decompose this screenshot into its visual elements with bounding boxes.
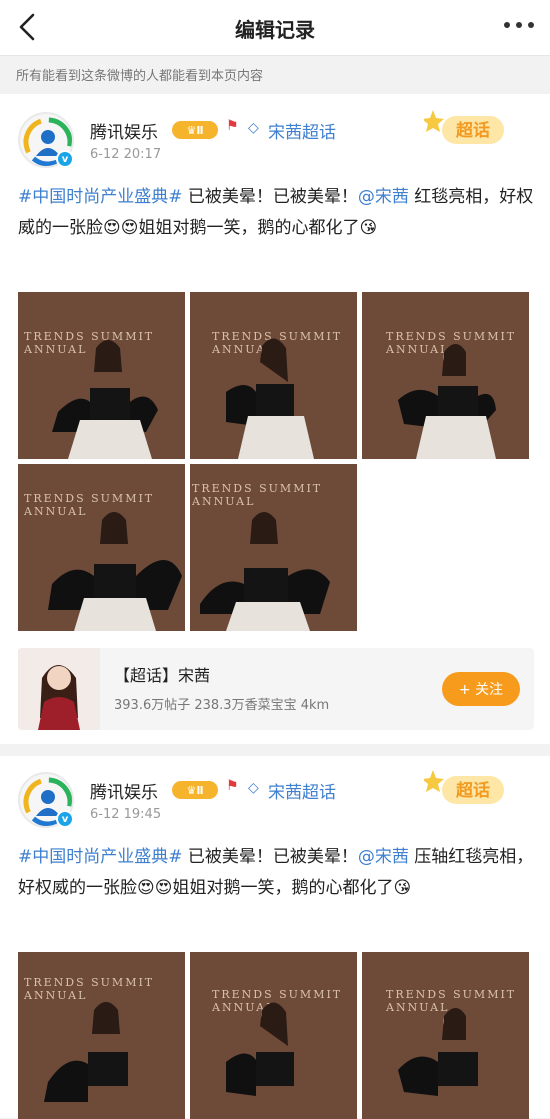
super-topic-sticker: 超话 bbox=[422, 108, 510, 148]
post-photo[interactable]: TRENDS SUMMIT ANNUAL bbox=[362, 952, 529, 1119]
post-photo[interactable]: TRENDS SUMMIT ANNUAL bbox=[18, 952, 185, 1119]
more-options-icon[interactable] bbox=[504, 22, 534, 30]
diamond-icon: ◇ bbox=[248, 780, 259, 796]
username[interactable]: 腾讯娱乐 bbox=[90, 118, 158, 143]
post-card: v 腾讯娱乐 ♛ Ⅱ ⚑ ◇ 宋茜超话 超话 6-12 19:45 #中国时尚产… bbox=[0, 756, 550, 1119]
flag-icon: ⚑ bbox=[226, 118, 239, 134]
svg-text:超话: 超话 bbox=[456, 780, 490, 801]
super-topic-title: 【超话】宋茜 bbox=[114, 666, 211, 685]
post-photo[interactable]: TRENDS SUMMIT ANNUAL bbox=[190, 464, 357, 631]
super-topic-sticker: 超话 bbox=[422, 768, 510, 808]
verified-badge-icon: v bbox=[56, 150, 74, 168]
super-topic-card[interactable]: 【超话】宋茜 393.6万帖子 238.3万香菜宝宝 4km + 关注 bbox=[18, 648, 534, 730]
page-title: 编辑记录 bbox=[235, 18, 315, 42]
post-time: 6-12 19:45 bbox=[90, 807, 162, 822]
super-topic-link[interactable]: 宋茜超话 bbox=[268, 118, 336, 143]
level-badge: ♛ Ⅱ bbox=[172, 121, 218, 139]
top-bar: 编辑记录 bbox=[0, 0, 550, 56]
post-text: #中国时尚产业盛典# 已被美晕！已被美晕！@宋茜 红毯亮相，好权威的一张脸😍😍姐… bbox=[18, 187, 534, 238]
svg-text:超话: 超话 bbox=[456, 120, 490, 141]
super-topic-stats: 393.6万帖子 238.3万香菜宝宝 4km bbox=[114, 698, 330, 713]
post-time: 6-12 20:17 bbox=[90, 147, 162, 162]
super-topic-link[interactable]: 宋茜超话 bbox=[268, 778, 336, 803]
level-badge: ♛ Ⅱ bbox=[172, 781, 218, 799]
post-card: v 腾讯娱乐 ♛ Ⅱ ⚑ ◇ 宋茜超话 超话 6-12 20:17 #中国时尚产… bbox=[0, 94, 550, 744]
super-topic-thumbnail bbox=[18, 648, 100, 730]
post-photo[interactable]: TRENDS SUMMIT ANNUAL bbox=[18, 292, 185, 459]
visibility-notice: 所有能看到这条微博的人都能看到本页内容 bbox=[0, 56, 550, 92]
post-photo[interactable]: TRENDS SUMMIT ANNUAL bbox=[190, 952, 357, 1119]
verified-badge-icon: v bbox=[56, 810, 74, 828]
follow-button[interactable]: + 关注 bbox=[442, 672, 520, 706]
post-photo[interactable]: TRENDS SUMMIT ANNUAL bbox=[190, 292, 357, 459]
flag-icon: ⚑ bbox=[226, 778, 239, 794]
mention-link[interactable]: @宋茜 bbox=[358, 847, 409, 867]
diamond-icon: ◇ bbox=[248, 120, 259, 136]
username[interactable]: 腾讯娱乐 bbox=[90, 778, 158, 803]
post-text: #中国时尚产业盛典# 已被美晕！已被美晕！@宋茜 压轴红毯亮相，好权威的一张脸😍… bbox=[18, 847, 534, 898]
mention-link[interactable]: @宋茜 bbox=[358, 187, 409, 207]
post-photo[interactable]: TRENDS SUMMIT ANNUAL bbox=[362, 292, 529, 459]
hashtag-link[interactable]: #中国时尚产业盛典# bbox=[18, 187, 183, 207]
post-photo[interactable]: TRENDS SUMMIT ANNUAL bbox=[18, 464, 185, 631]
hashtag-link[interactable]: #中国时尚产业盛典# bbox=[18, 847, 183, 867]
